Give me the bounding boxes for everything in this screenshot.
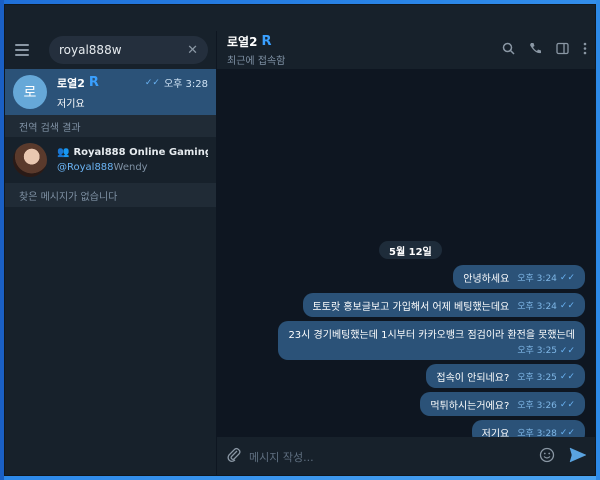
message-bubble[interactable]: 접속이 안되네요? 오후 3:25 ✓✓ <box>426 364 585 388</box>
no-messages-notice: 찾은 메시지가 없습니다 <box>5 183 216 207</box>
avatar <box>13 143 47 177</box>
read-check-icon: ✓✓ <box>559 371 575 382</box>
read-check-icon: ✓✓ <box>559 427 575 438</box>
conversation-panel: 로열2 R 최근에 접속함 5월 12일 안녕하세요 오후 3:24 ✓✓ 토토… <box>217 5 595 475</box>
username-highlight: @Royal888 <box>57 162 114 173</box>
read-check-icon: ✓✓ <box>559 272 575 283</box>
result-username: @Royal888Wendy <box>57 162 208 173</box>
message-meta: 오후 3:24 ✓✓ <box>517 271 575 285</box>
result-name: 👥 Royal888 Online Gaming (W... <box>57 147 208 158</box>
result-name-text: Royal888 Online Gaming (W... <box>73 147 208 158</box>
message-bubble[interactable]: 토토랏 홍보글보고 가입해서 어제 베팅했는데요 오후 3:24 ✓✓ <box>302 293 585 317</box>
date-separator: 5월 12일 <box>379 241 442 259</box>
chat-name-text: 로열2 <box>57 76 85 90</box>
global-search-header: 전역 검색 결과 <box>5 115 216 137</box>
message-meta: 오후 3:25 ✓✓ <box>288 343 575 356</box>
read-check-icon: ✓✓ <box>144 77 160 88</box>
sidebar-icon[interactable] <box>556 42 569 59</box>
read-check-icon: ✓✓ <box>559 399 575 410</box>
read-check-icon: ✓✓ <box>559 300 575 311</box>
verified-r-icon: R <box>261 34 272 49</box>
chat-header-info[interactable]: 로열2 R 최근에 접속함 <box>227 33 502 67</box>
chat-time: ✓✓ 오후 3:28 <box>144 75 208 91</box>
message-text: 접속이 안되네요? <box>436 373 510 384</box>
chat-list-item[interactable]: 로 로열2 R ✓✓ 오후 3:28 저기요 <box>5 69 216 115</box>
message-time: 오후 3:26 <box>517 401 557 411</box>
search-icon[interactable] <box>502 42 515 59</box>
message-time: 오후 3:25 <box>517 346 558 356</box>
message-time: 오후 3:24 <box>517 302 557 312</box>
message-time: 오후 3:25 <box>517 373 557 383</box>
send-icon[interactable] <box>569 447 587 468</box>
search-row: royal888w ✕ <box>5 31 216 69</box>
chat-time-text: 오후 3:28 <box>163 79 208 90</box>
message-text: 먹튀하시는거에요? <box>430 401 510 412</box>
clear-search-icon[interactable]: ✕ <box>187 43 198 58</box>
search-input[interactable]: royal888w ✕ <box>49 36 208 64</box>
chat-preview: 저기요 <box>57 98 85 110</box>
phone-icon[interactable] <box>529 42 542 59</box>
message-meta: 오후 3:24 ✓✓ <box>517 299 575 313</box>
message-input[interactable]: 메시지 작성... <box>249 449 539 465</box>
read-check-icon: ✓✓ <box>559 346 575 356</box>
header-actions <box>502 42 587 59</box>
chat-header: 로열2 R 최근에 접속함 <box>217 31 595 69</box>
chat-list-panel: royal888w ✕ 로 로열2 R ✓✓ 오후 3:28 저기요 전역 검색… <box>5 31 217 475</box>
message-text: 토토랏 홍보글보고 가입해서 어제 베팅했는데요 <box>312 302 510 313</box>
message-composer: 메시지 작성... <box>217 437 595 475</box>
avatar: 로 <box>13 75 47 109</box>
telegram-window: — ☐ ✕ royal888w ✕ 로 로열2 R ✓✓ <box>4 4 596 476</box>
hamburger-menu-icon[interactable] <box>15 40 37 60</box>
result-info: 👥 Royal888 Online Gaming (W... @Royal888… <box>57 147 208 173</box>
verified-r-icon: R <box>88 75 99 90</box>
message-meta: 오후 3:25 ✓✓ <box>517 370 575 384</box>
emoji-icon[interactable] <box>539 447 555 467</box>
message-text: 23시 경기베팅했는데 1시부터 카카오뱅크 점검이라 환전을 못했는데 <box>288 330 575 341</box>
group-icon: 👥 <box>57 147 70 158</box>
message-bubble[interactable]: 23시 경기베팅했는데 1시부터 카카오뱅크 점검이라 환전을 못했는데 오후 … <box>278 321 585 360</box>
title-strip <box>217 5 595 31</box>
message-text: 안녕하세요 <box>463 274 510 285</box>
message-bubble[interactable]: 먹튀하시는거에요? 오후 3:26 ✓✓ <box>420 392 585 416</box>
desktop-background-right <box>596 0 600 480</box>
more-icon[interactable] <box>583 42 587 59</box>
global-search-result[interactable]: 👥 Royal888 Online Gaming (W... @Royal888… <box>5 137 216 183</box>
message-time: 오후 3:24 <box>517 274 557 284</box>
message-bubble[interactable]: 안녕하세요 오후 3:24 ✓✓ <box>453 265 585 289</box>
message-meta: 오후 3:26 ✓✓ <box>517 398 575 412</box>
username-rest: Wendy <box>113 162 148 173</box>
chat-name: 로열2 R <box>57 75 99 91</box>
chat-header-name: 로열2 R <box>227 33 502 50</box>
last-seen-status: 최근에 접속함 <box>227 56 286 67</box>
attach-icon[interactable] <box>227 447 241 467</box>
chat-header-name-text: 로열2 <box>227 35 258 49</box>
chat-info: 로열2 R ✓✓ 오후 3:28 저기요 <box>57 75 208 110</box>
message-list: 안녕하세요 오후 3:24 ✓✓ 토토랏 홍보글보고 가입해서 어제 베팅했는데요… <box>255 265 585 448</box>
search-value[interactable]: royal888w <box>59 43 187 57</box>
